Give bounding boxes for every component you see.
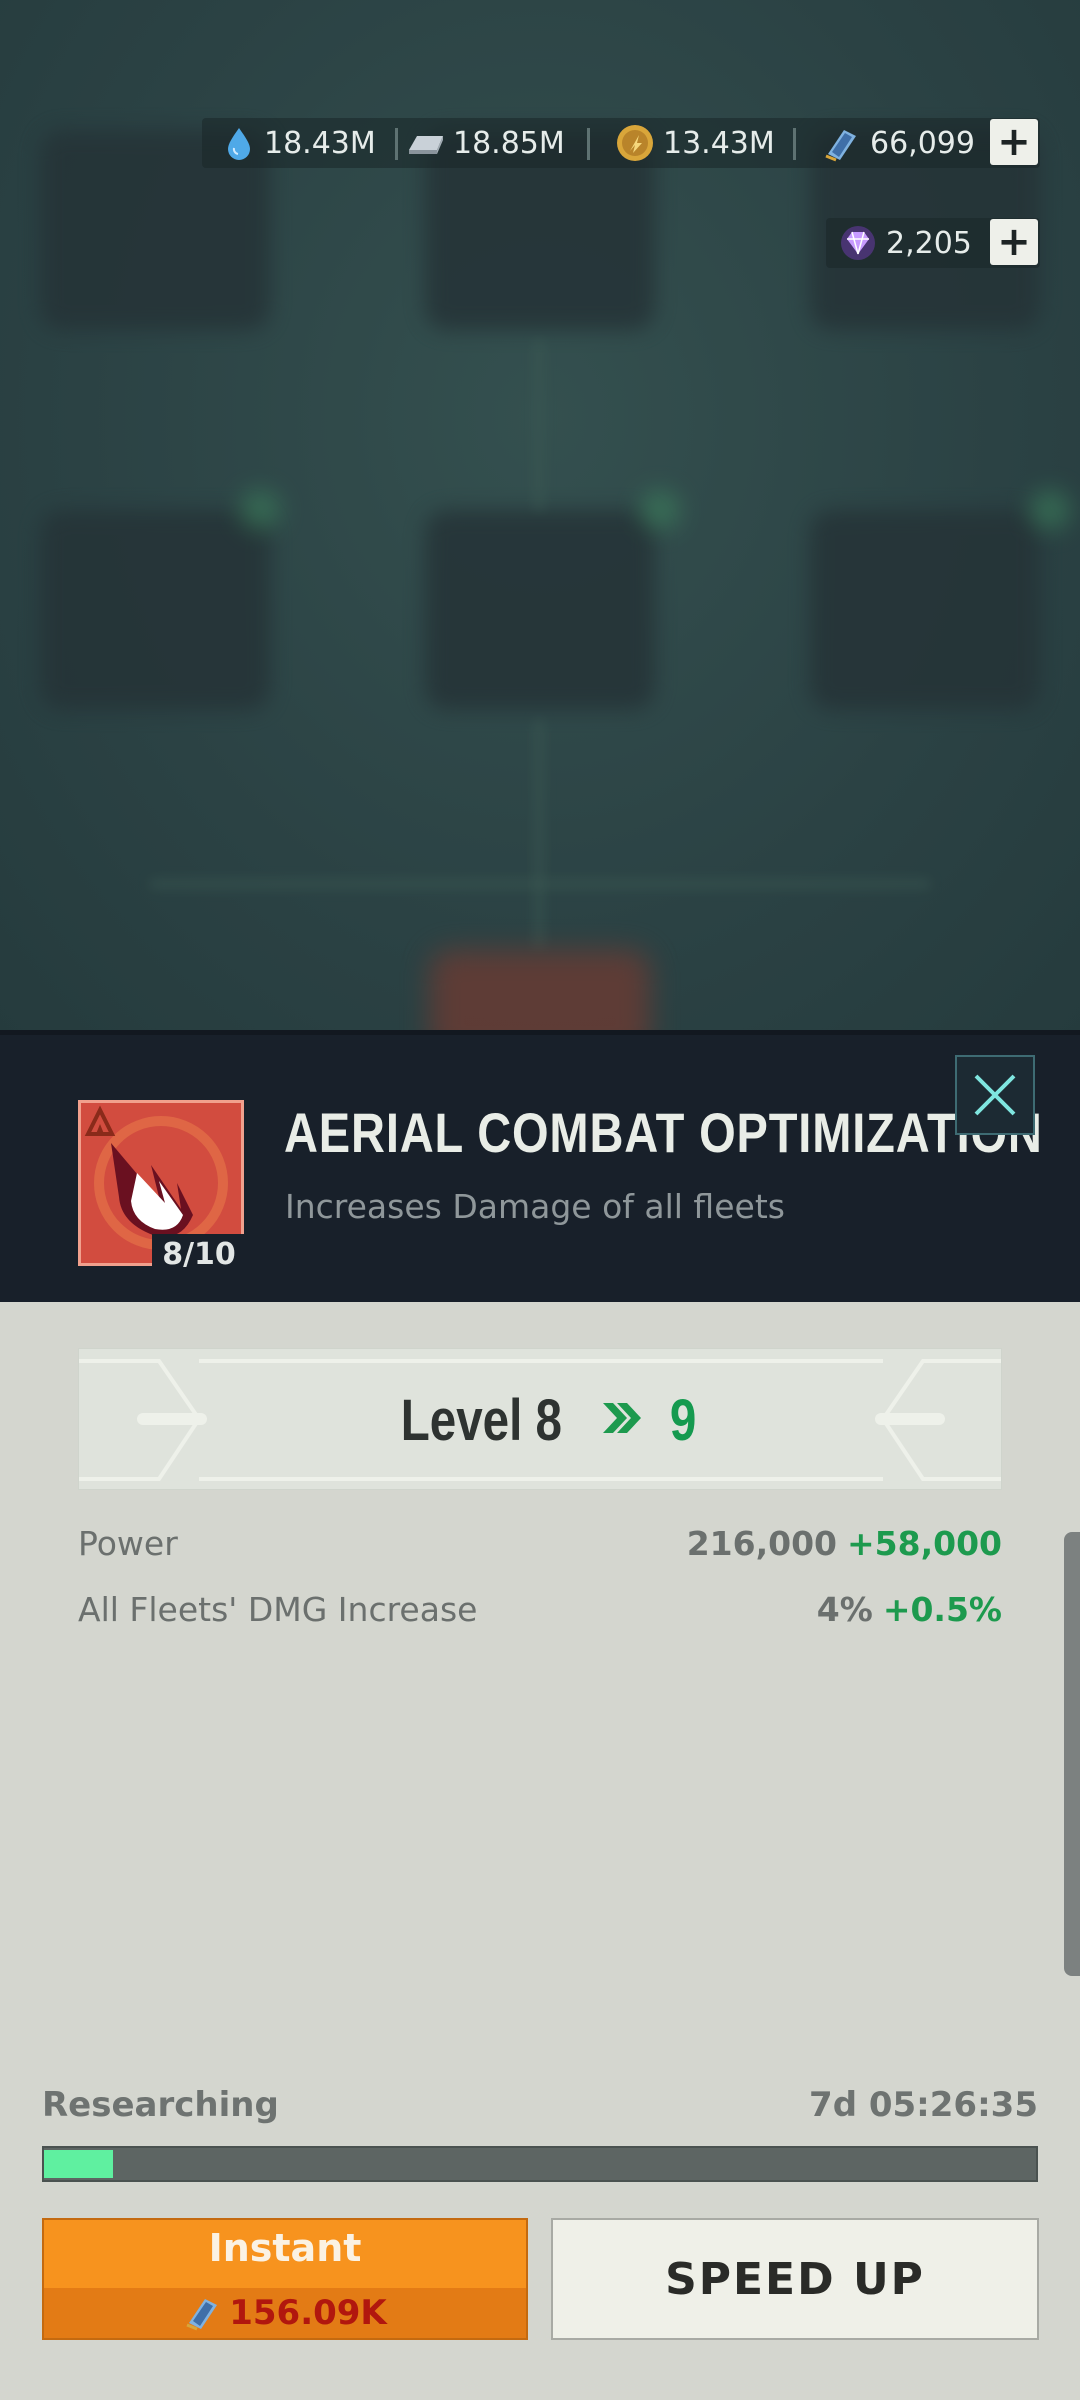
stat-increase: +58,000 (847, 1523, 1002, 1563)
bg-tech-node (425, 510, 655, 710)
stat-increase: +0.5% (882, 1589, 1002, 1629)
research-title: AERIAL COMBAT OPTIMIZATION (284, 1101, 1043, 1164)
bg-connector (535, 340, 543, 510)
resource-water: 18.43M (222, 118, 376, 168)
plus-icon: + (997, 119, 1031, 165)
water-drop-icon (222, 126, 256, 160)
ticket-icon (822, 126, 862, 162)
tier-icon (82, 1104, 118, 1140)
research-status: Researching (42, 2085, 279, 2125)
time-remaining: 7d 05:26:35 (809, 2085, 1038, 2125)
scrollbar[interactable] (1064, 1532, 1080, 1976)
research-description: Increases Damage of all fleets (285, 1187, 785, 1226)
instant-cost-amount: 156.09K (229, 2293, 387, 2333)
bg-tech-node (810, 510, 1040, 710)
current-level: Level 8 (400, 1387, 562, 1453)
stat-row-power: Power 216,000 +58,000 (78, 1518, 1002, 1568)
instant-label: Instant (208, 2226, 362, 2270)
close-button[interactable] (955, 1055, 1035, 1135)
divider (793, 128, 796, 160)
stat-label: All Fleets' DMG Increase (78, 1589, 478, 1629)
research-progress-fill (44, 2150, 113, 2178)
next-level: 9 (670, 1387, 697, 1453)
ticket-icon (183, 2295, 223, 2331)
bg-connector (535, 720, 543, 950)
stat-value: 216,000 (686, 1523, 837, 1563)
crystal-icon (838, 223, 878, 263)
speed-up-button[interactable]: SPEED UP (551, 2218, 1039, 2340)
level-badge: 8/10 (152, 1234, 246, 1274)
resource-tickets: 66,099 (822, 118, 975, 168)
metal-ingot-icon (405, 126, 445, 160)
water-amount: 18.43M (264, 125, 376, 161)
resource-crystals: 2,205 (838, 218, 972, 268)
close-icon (974, 1074, 1016, 1116)
stat-row-dmg: All Fleets' DMG Increase 4% +0.5% (78, 1584, 1002, 1634)
bg-glow (1030, 490, 1070, 530)
gold-amount: 13.43M (663, 125, 775, 161)
stat-label: Power (78, 1523, 178, 1563)
bg-glow (640, 490, 680, 530)
add-resources-button[interactable]: + (990, 119, 1038, 165)
crystals-amount: 2,205 (886, 225, 972, 261)
divider (395, 128, 398, 160)
add-crystals-button[interactable]: + (990, 219, 1038, 265)
divider (587, 128, 590, 160)
resource-metal: 18.85M (405, 118, 565, 168)
metal-amount: 18.85M (453, 125, 565, 161)
instant-button[interactable]: Instant 156.09K (42, 2218, 528, 2340)
level-banner: Level 8 9 (78, 1348, 1002, 1490)
gold-coin-icon (615, 123, 655, 163)
stat-value: 4% (816, 1589, 873, 1629)
bg-glow (240, 490, 280, 530)
tickets-amount: 66,099 (870, 125, 975, 161)
bg-highlight-node (430, 950, 650, 1040)
research-progress-bar (42, 2146, 1038, 2182)
plus-icon: + (997, 219, 1031, 265)
resource-gold: 13.43M (615, 118, 775, 168)
bg-tech-node (40, 510, 270, 710)
double-chevron-icon (601, 1401, 645, 1440)
instant-cost: 156.09K (44, 2288, 526, 2338)
